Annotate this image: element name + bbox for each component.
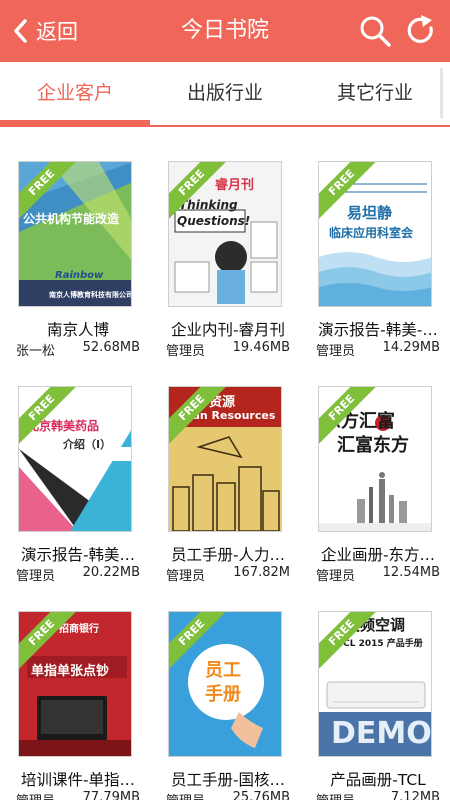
free-badge: FREE — [19, 612, 79, 672]
free-badge: FREE — [169, 387, 229, 447]
tab-enterprise[interactable]: 企业客户 — [0, 62, 150, 125]
free-badge: FREE — [319, 612, 379, 672]
free-badge: FREE — [169, 162, 229, 222]
book-cover[interactable]: 睿月刊 Thinking Questions! FREE — [168, 161, 282, 307]
book-cover[interactable]: 公共机构节能改造 Rainbow 南京人博教育科技有限公司 FREE — [18, 161, 132, 307]
book-cover[interactable]: 北京韩美药品 介绍（Ⅰ） FREE — [18, 386, 132, 532]
book-cover[interactable]: 变频空调 TCL 2015 产品手册 DEMO FREE — [318, 611, 432, 757]
book-uploader: 管理员 — [16, 790, 55, 800]
category-tabs: 企业客户 出版行业 其它行业 — [0, 62, 450, 127]
book-grid: 公共机构节能改造 Rainbow 南京人博教育科技有限公司 FREE 南京人博 … — [0, 128, 450, 800]
free-badge: FREE — [169, 612, 229, 672]
book-size: 19.46MB — [232, 340, 290, 355]
book-title: 培训课件-单指… — [20, 771, 136, 789]
book-size: 25.76MB — [232, 790, 290, 800]
free-badge: FREE — [319, 387, 379, 447]
book-cover[interactable]: 资源 man Resources FREE — [168, 386, 282, 532]
book-title: 演示报告-韩美-… — [318, 321, 438, 339]
book-title: 演示报告-韩美… — [20, 546, 136, 564]
book-uploader: 管理员 — [316, 790, 355, 800]
free-badge: FREE — [19, 387, 79, 447]
book-uploader: 管理员 — [16, 569, 56, 584]
book-size: 12.54MB — [382, 565, 440, 580]
book-uploader: 管理员 — [166, 790, 205, 800]
book-uploader: 管理员 — [166, 344, 206, 359]
book-title: 员工手册-国核… — [170, 771, 286, 789]
book-size: 14.29MB — [382, 340, 440, 355]
book-title: 企业画册-东方… — [320, 546, 436, 564]
book-uploader: 管理员 — [166, 569, 206, 584]
book-uploader: 张一松 — [16, 344, 56, 359]
tab-indicator — [0, 120, 150, 126]
tab-publishing[interactable]: 出版行业 — [150, 62, 300, 125]
book-title: 企业内刊-睿月刊 — [170, 321, 286, 339]
book-title: 产品画册-TCL — [330, 771, 426, 789]
book-size: 52.68MB — [82, 340, 140, 355]
back-label: 返回 — [36, 20, 78, 44]
book-size: 20.22MB — [82, 565, 140, 580]
book-cover[interactable]: 招商银行 单指单张点钞 FREE — [18, 611, 132, 757]
book-title: 员工手册-人力… — [170, 546, 286, 564]
tab-scroll-edge — [440, 68, 443, 118]
app-header: 返回 今日书院 — [0, 0, 450, 62]
book-size: 7.12MB — [390, 790, 440, 800]
book-uploader: 管理员 — [316, 344, 356, 359]
tab-other[interactable]: 其它行业 — [300, 62, 450, 125]
refresh-icon[interactable] — [404, 14, 438, 48]
book-cover[interactable]: 易坦静 临床应用科室会 FREE — [318, 161, 432, 307]
book-title: 南京人博 — [46, 321, 109, 339]
free-badge: FREE — [19, 162, 79, 222]
book-size: 167.82M — [233, 565, 290, 580]
search-icon[interactable] — [358, 14, 392, 48]
book-uploader: 管理员 — [316, 569, 356, 584]
book-size: 77.79MB — [82, 790, 140, 800]
back-button[interactable]: 返回 — [10, 0, 78, 62]
free-badge: FREE — [319, 162, 379, 222]
book-cover[interactable]: 员工 手册 FREE — [168, 611, 282, 757]
chevron-left-icon — [14, 19, 27, 43]
book-cover[interactable]: 东方汇富 汇富东方 FREE — [318, 386, 432, 532]
